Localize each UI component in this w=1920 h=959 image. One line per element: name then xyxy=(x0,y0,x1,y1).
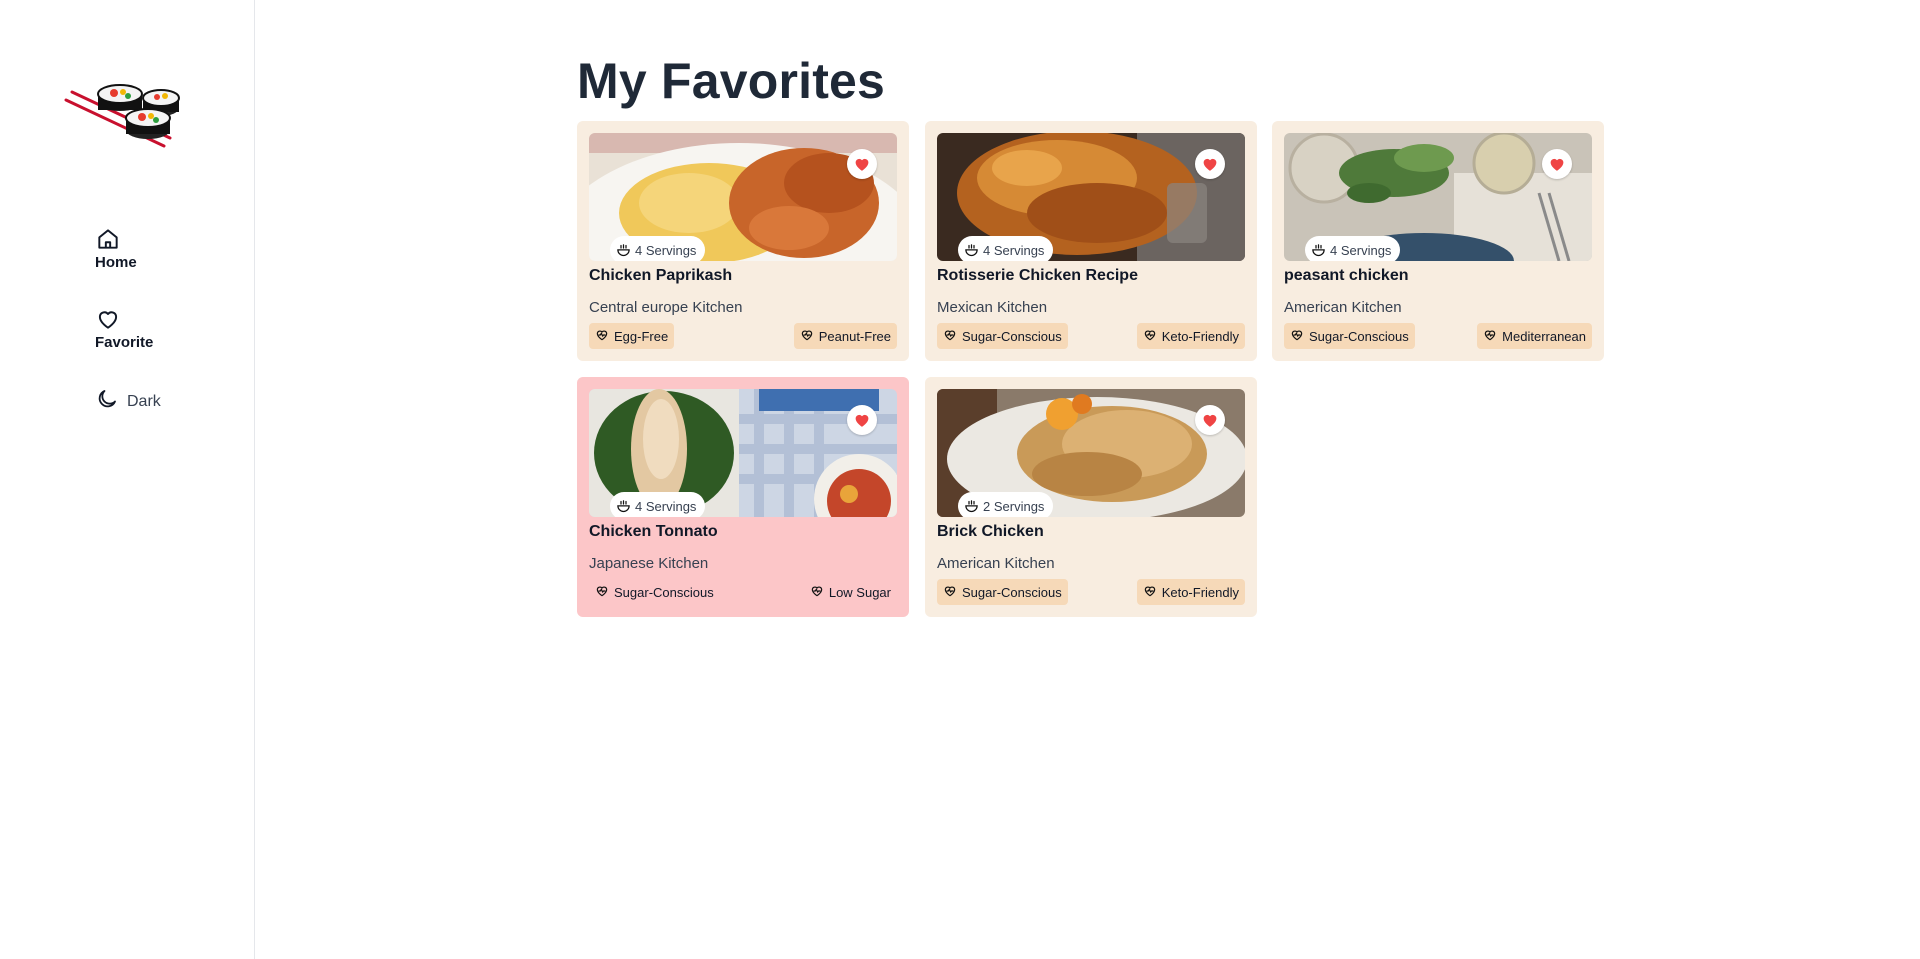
heart-filled-icon xyxy=(853,411,871,429)
nav-favorite-label: Favorite xyxy=(95,334,154,351)
recipe-image: 4 Servings xyxy=(589,389,897,517)
servings-text: 4 Servings xyxy=(983,242,1045,258)
recipe-kitchen: Mexican Kitchen xyxy=(937,299,1048,316)
servings-text: 4 Servings xyxy=(1330,242,1392,258)
heart-pulse-icon xyxy=(1143,584,1157,601)
diet-tag-label: Egg-Free xyxy=(614,328,669,344)
heart-filled-icon xyxy=(1548,155,1566,173)
recipe-title: Chicken Tonnato xyxy=(589,523,718,540)
bowl-icon xyxy=(964,499,979,514)
heart-pulse-icon xyxy=(1290,328,1304,345)
diet-tag-label: Sugar-Conscious xyxy=(1309,328,1409,344)
heart-pulse-icon xyxy=(1483,328,1497,345)
recipe-title: Brick Chicken xyxy=(937,523,1044,540)
dark-mode-label: Dark xyxy=(127,392,161,410)
bowl-icon xyxy=(616,243,631,258)
servings-badge: 4 Servings xyxy=(958,236,1054,261)
diet-tag: Mediterranean xyxy=(1477,323,1592,349)
heart-pulse-icon xyxy=(1143,328,1157,345)
bowl-icon xyxy=(1311,243,1326,258)
diet-tag: Sugar-Conscious xyxy=(1284,323,1415,349)
servings-badge: 4 Servings xyxy=(1305,236,1401,261)
servings-badge: 2 Servings xyxy=(958,492,1054,517)
recipe-card[interactable]: 4 Servings Rotisserie Chicken Recipe Mex… xyxy=(925,121,1257,361)
servings-badge: 4 Servings xyxy=(610,236,706,261)
recipe-image: 2 Servings xyxy=(937,389,1245,517)
diet-tag: Egg-Free xyxy=(589,323,675,349)
dark-mode-toggle[interactable]: Dark xyxy=(95,387,161,416)
heart-filled-icon xyxy=(853,155,871,173)
diet-tag-label: Peanut-Free xyxy=(818,328,891,344)
diet-tag: Keto-Friendly xyxy=(1136,579,1245,605)
diet-tag: Sugar-Conscious xyxy=(937,579,1068,605)
heart-pulse-icon xyxy=(800,328,814,345)
nav-home-label: Home xyxy=(95,254,137,271)
bowl-icon xyxy=(964,243,979,258)
diet-tag-label: Sugar-Conscious xyxy=(614,584,714,600)
favorite-button[interactable] xyxy=(1195,149,1225,179)
diet-tag: Keto-Friendly xyxy=(1136,323,1245,349)
recipe-kitchen: Central europe Kitchen xyxy=(589,299,743,316)
recipe-card[interactable]: 4 Servings peasant chicken American Kitc… xyxy=(1272,121,1604,361)
favorite-button[interactable] xyxy=(847,405,877,435)
diet-tag: Peanut-Free xyxy=(793,323,897,349)
heart-pulse-icon xyxy=(943,584,957,601)
diet-tag-label: Sugar-Conscious xyxy=(962,584,1062,600)
recipe-card[interactable]: 4 Servings Chicken Paprikash Central eur… xyxy=(577,121,909,361)
diet-tag-label: Sugar-Conscious xyxy=(962,328,1062,344)
recipe-kitchen: Japanese Kitchen xyxy=(589,555,709,572)
recipe-card[interactable]: 2 Servings Brick Chicken American Kitche… xyxy=(925,377,1257,617)
recipe-title: Rotisserie Chicken Recipe xyxy=(937,267,1138,284)
heart-pulse-icon xyxy=(595,328,609,345)
recipe-image: 4 Servings xyxy=(937,133,1245,261)
heart-filled-icon xyxy=(1201,411,1219,429)
heart-pulse-icon xyxy=(810,584,824,601)
recipe-kitchen: American Kitchen xyxy=(1284,299,1402,316)
heart-filled-icon xyxy=(1201,155,1219,173)
servings-text: 4 Servings xyxy=(635,498,697,514)
heart-icon xyxy=(95,306,121,332)
diet-tag-label: Low Sugar xyxy=(828,584,891,600)
moon-icon xyxy=(95,387,119,416)
recipe-card[interactable]: 4 Servings Chicken Tonnato Japanese Kitc… xyxy=(577,377,909,617)
diet-tag: Low Sugar xyxy=(804,579,897,605)
nav-home[interactable]: Home xyxy=(95,226,137,271)
page-title: My Favorites xyxy=(577,53,886,109)
heart-pulse-icon xyxy=(943,328,957,345)
heart-pulse-icon xyxy=(595,584,609,601)
sidebar: Home Favorite Dark xyxy=(0,0,255,959)
servings-text: 4 Servings xyxy=(635,242,697,258)
recipe-title: peasant chicken xyxy=(1284,267,1409,284)
diet-tag: Sugar-Conscious xyxy=(937,323,1068,349)
sushi-logo[interactable] xyxy=(62,78,186,152)
servings-text: 2 Servings xyxy=(983,498,1045,514)
nav-favorite[interactable]: Favorite xyxy=(95,306,153,351)
favorite-button[interactable] xyxy=(847,149,877,179)
diet-tag-label: Keto-Friendly xyxy=(1161,328,1239,344)
bowl-icon xyxy=(616,499,631,514)
diet-tag: Sugar-Conscious xyxy=(589,579,720,605)
diet-tag-label: Mediterranean xyxy=(1502,328,1586,344)
recipe-image: 4 Servings xyxy=(589,133,897,261)
recipe-image: 4 Servings xyxy=(1284,133,1592,261)
recipe-title: Chicken Paprikash xyxy=(589,267,733,284)
servings-badge: 4 Servings xyxy=(610,492,706,517)
favorite-button[interactable] xyxy=(1195,405,1225,435)
diet-tag-label: Keto-Friendly xyxy=(1161,584,1239,600)
favorite-button[interactable] xyxy=(1542,149,1572,179)
recipe-kitchen: American Kitchen xyxy=(937,555,1055,572)
home-icon xyxy=(95,226,121,252)
